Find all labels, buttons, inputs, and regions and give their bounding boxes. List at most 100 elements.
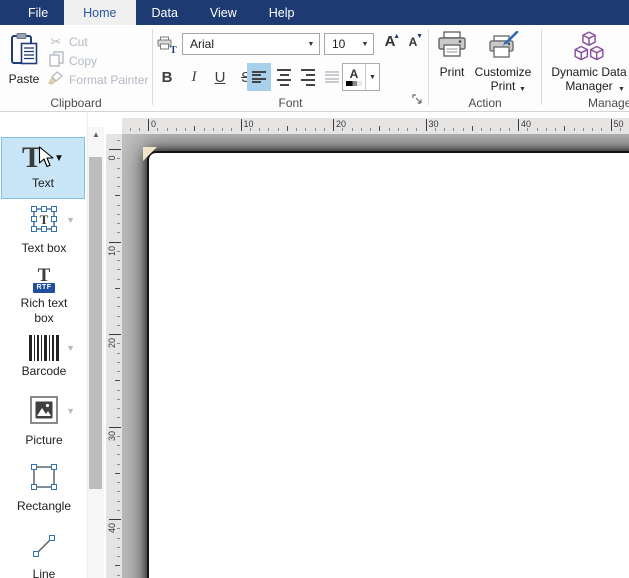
ruler-tick <box>213 128 214 131</box>
ruler-tick <box>222 128 223 131</box>
bold-button[interactable]: B <box>155 63 179 91</box>
ruler-label: 0 <box>151 119 156 129</box>
ruler-tick <box>352 128 353 131</box>
manage-group-label: Manager <box>588 96 629 110</box>
copy-button[interactable]: Copy <box>46 51 97 70</box>
tool-barcode[interactable]: ▼ Barcode <box>0 335 88 379</box>
underline-button[interactable]: U <box>208 63 232 91</box>
toolbox-scrollbar[interactable]: ▲ <box>88 127 104 578</box>
ruler-tick <box>444 128 445 131</box>
scrollbar-thumb[interactable] <box>89 157 102 489</box>
ruler-tick <box>435 128 436 131</box>
font-size-value: 10 <box>325 37 357 51</box>
ruler-tick <box>117 297 120 298</box>
ruler-tick <box>117 371 120 372</box>
tab-view[interactable]: View <box>194 0 253 25</box>
ruler-tick <box>509 128 510 131</box>
ruler-tick <box>287 126 288 131</box>
barcode-dropdown-icon[interactable]: ▼ <box>66 343 75 353</box>
ruler-tick <box>117 556 120 557</box>
action-group-label: Action <box>429 96 541 110</box>
tool-text-box[interactable]: T ▼ Text box <box>0 205 88 256</box>
customize-print-icon <box>487 31 519 63</box>
copy-icon <box>46 51 66 70</box>
ruler-tick <box>611 119 612 131</box>
design-canvas[interactable] <box>122 134 629 578</box>
ruler-tick <box>117 408 120 409</box>
ruler-tick <box>117 399 120 400</box>
group-separator <box>541 29 542 105</box>
picture-icon <box>29 395 59 430</box>
font-color-dropdown[interactable]: ▼ <box>366 64 379 90</box>
printer-font-icon[interactable]: T <box>157 36 177 54</box>
tool-rich-text-box[interactable]: T RTF Rich text box <box>0 267 88 326</box>
text-box-dropdown-icon[interactable]: ▼ <box>66 215 75 225</box>
italic-button[interactable]: I <box>182 63 206 91</box>
customize-print-dropdown-icon: ▼ <box>519 86 526 93</box>
scrollbar-up-arrow[interactable]: ▲ <box>88 130 104 139</box>
ribbon-tab-bar: File Home Data View Help <box>0 0 629 25</box>
ruler-tick <box>115 195 120 196</box>
tab-help[interactable]: Help <box>253 0 311 25</box>
dynamic-data-manager-cubes-icon <box>572 31 606 63</box>
ruler-tick <box>117 168 120 169</box>
grow-font-caret-icon: ▲ <box>393 33 400 40</box>
ruler-tick <box>117 390 120 391</box>
ruler-tick <box>117 140 120 141</box>
ruler-tick <box>305 128 306 131</box>
ruler-tick <box>117 279 120 280</box>
ruler-tick <box>268 128 269 131</box>
ruler-tick <box>398 128 399 131</box>
main-area: T ▼ Text T ▼ <box>0 112 629 578</box>
ruler-tick <box>139 128 140 131</box>
ruler-tick <box>194 126 195 131</box>
ruler-tick <box>426 119 427 131</box>
ddm-dropdown-icon: ▼ <box>618 86 625 93</box>
label-page[interactable] <box>147 151 629 578</box>
tool-line[interactable]: Line <box>0 533 88 578</box>
tab-file[interactable]: File <box>12 0 64 25</box>
paste-icon <box>9 32 39 69</box>
ruler-tick <box>546 128 547 131</box>
toolbox: T ▼ Text T ▼ <box>0 112 88 578</box>
chevron-down-icon[interactable]: ▼ <box>357 41 373 48</box>
align-center-button[interactable] <box>272 63 296 91</box>
format-painter-icon <box>46 70 66 89</box>
chevron-down-icon[interactable]: ▼ <box>303 41 319 48</box>
customize-print-button[interactable]: Customize Print ▼ <box>470 31 536 93</box>
ruler-tick <box>117 501 120 502</box>
ruler-tick <box>574 128 575 131</box>
tool-picture[interactable]: ▼ Picture <box>0 395 88 448</box>
ruler-tick <box>231 128 232 131</box>
picture-dropdown-icon[interactable]: ▼ <box>66 406 75 416</box>
align-center-icon <box>277 67 291 87</box>
ruler-tick <box>204 128 205 131</box>
font-size-combobox[interactable]: 10 ▼ <box>324 33 374 55</box>
grow-font-button[interactable]: A ▲ <box>379 33 401 55</box>
align-left-icon <box>252 69 266 85</box>
align-justify-button <box>320 63 344 91</box>
ruler-label: 30 <box>429 119 439 129</box>
tab-home[interactable]: Home <box>64 0 135 25</box>
tab-data[interactable]: Data <box>136 0 194 25</box>
ruler-tick <box>130 128 131 131</box>
format-painter-button[interactable]: Format Painter <box>46 70 148 89</box>
font-color-button[interactable]: A ▼ <box>342 63 380 91</box>
ruler-tick <box>117 251 120 252</box>
align-right-button[interactable] <box>296 63 320 91</box>
ruler-tick <box>241 119 242 131</box>
text-box-icon: T <box>30 205 58 238</box>
ruler-tick <box>185 128 186 131</box>
align-left-button[interactable] <box>247 63 271 91</box>
ruler-tick <box>518 119 519 131</box>
tool-rectangle[interactable]: Rectangle <box>0 463 88 514</box>
paste-button[interactable]: Paste <box>4 29 44 95</box>
shrink-font-button[interactable]: A ▼ <box>402 33 424 55</box>
print-button[interactable]: Print <box>434 31 470 79</box>
cut-button[interactable]: ✂ Cut <box>46 32 88 51</box>
font-family-combobox[interactable]: Arial ▼ <box>182 33 320 55</box>
dynamic-data-manager-button[interactable]: Dynamic Data Manager ▼ <box>548 31 629 93</box>
ruler-tick <box>117 316 120 317</box>
ruler-tick <box>527 128 528 131</box>
ruler-tick <box>250 128 251 131</box>
